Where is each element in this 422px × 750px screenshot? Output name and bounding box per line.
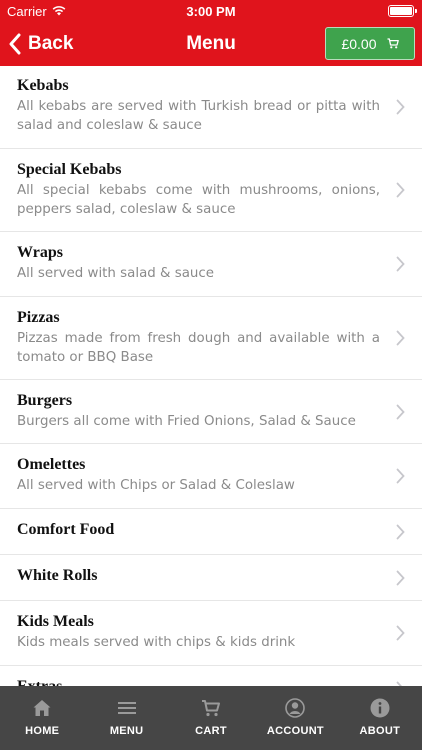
menu-icon	[117, 702, 136, 714]
chevron-right-icon	[396, 182, 405, 198]
chevron-right-icon	[396, 625, 405, 641]
battery-icon	[388, 5, 417, 17]
account-icon	[285, 698, 306, 718]
clock: 3:00 PM	[186, 4, 236, 19]
category-item-special-kebabs[interactable]: Special Kebabs All special kebabs come w…	[0, 149, 422, 232]
tab-label: HOME	[25, 725, 60, 737]
tab-home[interactable]: HOME	[0, 686, 84, 750]
tab-menu[interactable]: MENU	[84, 686, 168, 750]
category-description: All served with salad & sauce	[17, 266, 214, 281]
chevron-right-icon	[396, 404, 405, 419]
cart-total: £0.00	[341, 35, 377, 52]
chevron-right-icon	[396, 524, 405, 539]
cart-icon	[202, 700, 221, 717]
tab-label: MENU	[109, 725, 144, 737]
info-icon	[370, 698, 390, 718]
tab-label: ABOUT	[359, 725, 401, 737]
category-item-white-rolls[interactable]: White Rolls	[0, 555, 422, 601]
tab-bar: HOME MENU CART ACCOUNT ABOUT	[0, 686, 422, 750]
category-title: Comfort Food	[17, 521, 115, 538]
tab-label: ACCOUNT	[266, 725, 324, 737]
category-item-wraps[interactable]: Wraps All served with salad & sauce	[0, 232, 422, 297]
chevron-right-icon	[396, 468, 405, 484]
nav-bar: Back Menu £0.00	[0, 22, 422, 66]
category-item-pizzas[interactable]: Pizzas Pizzas made from fresh dough and …	[0, 297, 422, 380]
tab-cart[interactable]: CART	[169, 686, 253, 750]
category-description: Kids meals served with chips & kids drin…	[17, 635, 296, 650]
category-list: Kebabs All kebabs are served with Turkis…	[0, 66, 422, 686]
chevron-right-icon	[396, 256, 405, 272]
tab-label: CART	[195, 725, 227, 737]
category-title: Special Kebabs	[17, 161, 122, 178]
category-title: Extras	[17, 678, 380, 686]
category-title: Kebabs	[17, 77, 69, 94]
home-icon	[33, 700, 51, 716]
category-title: Wraps	[17, 244, 63, 261]
category-description: Pizzas made from fresh dough and availab…	[17, 331, 380, 365]
category-item-burgers[interactable]: Burgers Burgers all come with Fried Onio…	[0, 380, 422, 444]
category-item-omelettes[interactable]: Omelettes All served with Chips or Salad…	[0, 444, 422, 509]
category-title: Omelettes	[17, 456, 86, 473]
chevron-right-icon	[396, 99, 405, 115]
cart-icon	[387, 38, 399, 49]
category-item-kids-meals[interactable]: Kids Meals Kids meals served with chips …	[0, 601, 422, 666]
category-description: All special kebabs come with mushrooms, …	[17, 183, 380, 217]
category-description: All served with Chips or Salad & Colesla…	[17, 478, 295, 493]
category-item-extras[interactable]: Extras	[0, 666, 422, 686]
category-item-kebabs[interactable]: Kebabs All kebabs are served with Turkis…	[0, 66, 422, 149]
category-title: Burgers	[17, 392, 73, 409]
chevron-right-icon	[396, 330, 405, 346]
chevron-right-icon	[396, 570, 405, 585]
tab-account[interactable]: ACCOUNT	[253, 686, 337, 750]
category-title: White Rolls	[17, 567, 98, 584]
category-item-comfort-food[interactable]: Comfort Food	[0, 509, 422, 555]
status-bar: Carrier 3:00 PM	[0, 0, 422, 22]
tab-about[interactable]: ABOUT	[338, 686, 422, 750]
cart-total-button[interactable]: £0.00	[325, 27, 415, 60]
category-description: All kebabs are served with Turkish bread…	[17, 99, 380, 133]
category-title: Kids Meals	[17, 613, 94, 630]
category-description: Burgers all come with Fried Onions, Sala…	[17, 414, 356, 429]
category-title: Pizzas	[17, 309, 60, 326]
